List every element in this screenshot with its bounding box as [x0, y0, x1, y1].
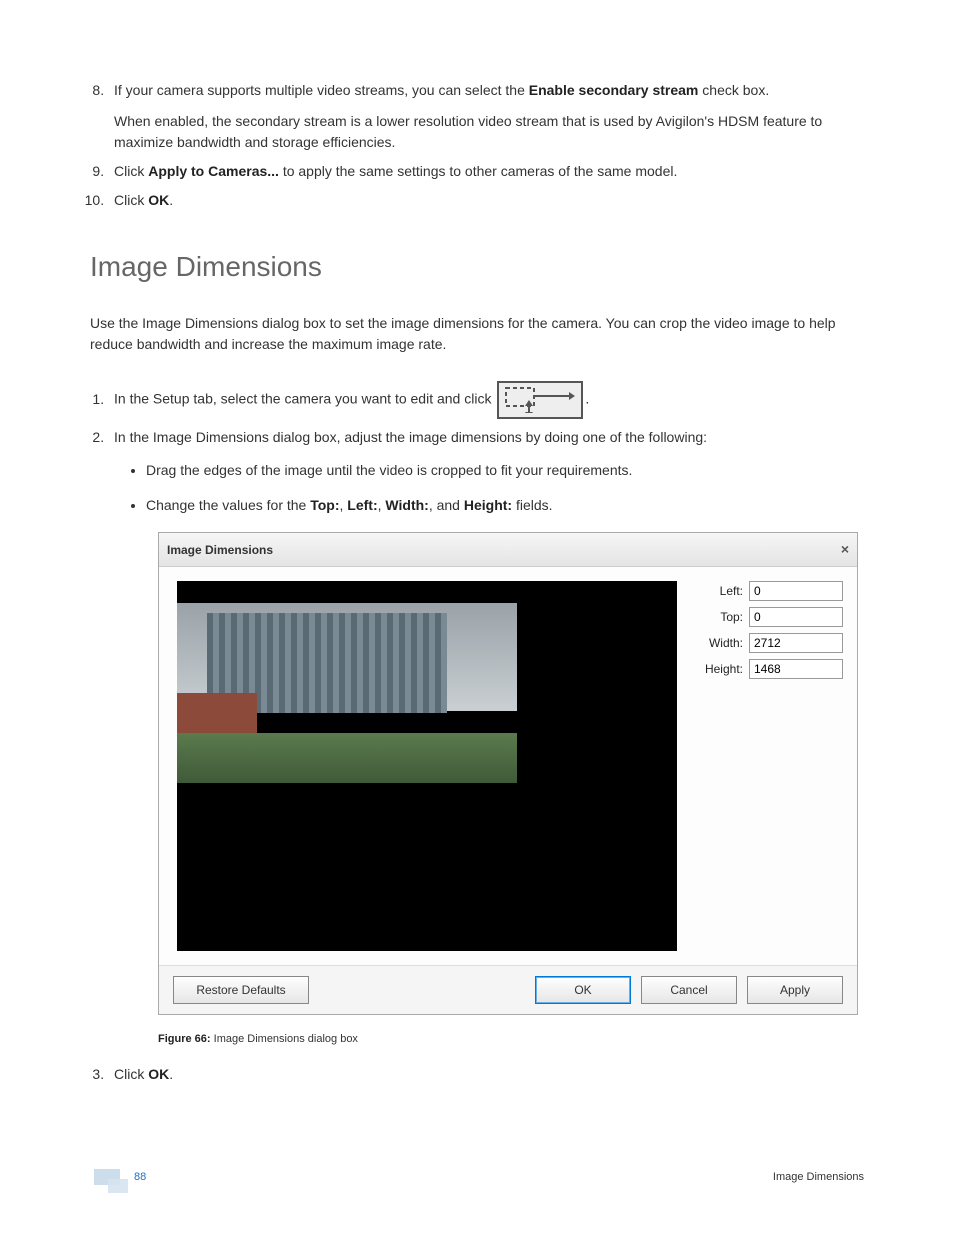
field-height: Height: [464, 497, 512, 513]
step-8-text-a: If your camera supports multiple video s… [114, 82, 529, 98]
step-list-mid: In the Setup tab, select the camera you … [108, 381, 864, 1085]
section-heading-image-dimensions: Image Dimensions [90, 251, 864, 283]
image-dimensions-dialog: Image Dimensions × Left: Top: Width: Hei… [158, 532, 858, 1015]
step-10: Click OK. [108, 190, 864, 211]
image-dimensions-icon [497, 381, 583, 419]
dimension-fields: Left: Top: Width: Height: [677, 581, 843, 951]
ok-label: OK [148, 192, 169, 208]
apply-button[interactable]: Apply [747, 976, 843, 1004]
figure-text: Image Dimensions dialog box [211, 1033, 358, 1045]
figure-caption: Figure 66: Image Dimensions dialog box [158, 1031, 864, 1048]
field-top: Top: [310, 497, 339, 513]
step-1: In the Setup tab, select the camera you … [108, 381, 864, 419]
dialog-titlebar: Image Dimensions × [159, 533, 857, 567]
dialog-body: Left: Top: Width: Height: [159, 567, 857, 965]
step-3-text-c: . [169, 1066, 173, 1082]
height-input[interactable] [749, 659, 843, 679]
dialog-title: Image Dimensions [167, 541, 273, 559]
bullet-fields-a: Change the values for the [146, 497, 310, 513]
step-8: If your camera supports multiple video s… [108, 80, 864, 153]
width-input[interactable] [749, 633, 843, 653]
dialog-button-bar: Restore Defaults OK Cancel Apply [159, 965, 857, 1014]
video-crop-region[interactable] [177, 603, 517, 783]
video-preview[interactable] [177, 581, 677, 951]
sep3: , and [429, 497, 464, 513]
left-input[interactable] [749, 581, 843, 601]
bullet-drag: Drag the edges of the image until the vi… [146, 458, 864, 483]
step-2-text: In the Image Dimensions dialog box, adju… [114, 429, 707, 445]
left-label: Left: [695, 582, 743, 600]
bullet-fields: Change the values for the Top:, Left:, W… [146, 493, 864, 518]
width-label: Width: [695, 634, 743, 652]
top-label: Top: [695, 608, 743, 626]
step-3-text-a: Click [114, 1066, 148, 1082]
figure-label: Figure 66: [158, 1033, 211, 1045]
ok-label-2: OK [148, 1066, 169, 1082]
step-2-bullets: Drag the edges of the image until the vi… [146, 458, 864, 518]
bullet-fields-c: fields. [512, 497, 552, 513]
step-3: Click OK. [108, 1064, 864, 1085]
height-label: Height: [695, 660, 743, 678]
step-8-text-c: check box. [698, 82, 769, 98]
apply-to-cameras-label: Apply to Cameras... [148, 163, 279, 179]
step-9-text-c: to apply the same settings to other came… [279, 163, 677, 179]
cancel-button[interactable]: Cancel [641, 976, 737, 1004]
enable-secondary-stream-label: Enable secondary stream [529, 82, 699, 98]
footer-title: Image Dimensions [773, 1171, 864, 1183]
page-number: 88 [134, 1171, 146, 1183]
step-2: In the Image Dimensions dialog box, adju… [108, 427, 864, 1048]
step-1-text-a: In the Setup tab, select the camera you … [114, 391, 495, 407]
restore-defaults-button[interactable]: Restore Defaults [173, 976, 309, 1004]
field-width: Width: [385, 497, 428, 513]
step-8-detail: When enabled, the secondary stream is a … [114, 111, 864, 153]
step-list-top: If your camera supports multiple video s… [108, 80, 864, 211]
field-left: Left: [347, 497, 377, 513]
step-9-text-a: Click [114, 163, 148, 179]
page-footer: 88 Image Dimensions [90, 1171, 864, 1183]
top-input[interactable] [749, 607, 843, 627]
step-1-text-c: . [585, 391, 589, 407]
step-10-text-a: Click [114, 192, 148, 208]
step-10-text-c: . [169, 192, 173, 208]
intro-paragraph: Use the Image Dimensions dialog box to s… [90, 313, 864, 355]
ok-button[interactable]: OK [535, 976, 631, 1004]
step-9: Click Apply to Cameras... to apply the s… [108, 161, 864, 182]
close-icon[interactable]: × [841, 539, 849, 560]
